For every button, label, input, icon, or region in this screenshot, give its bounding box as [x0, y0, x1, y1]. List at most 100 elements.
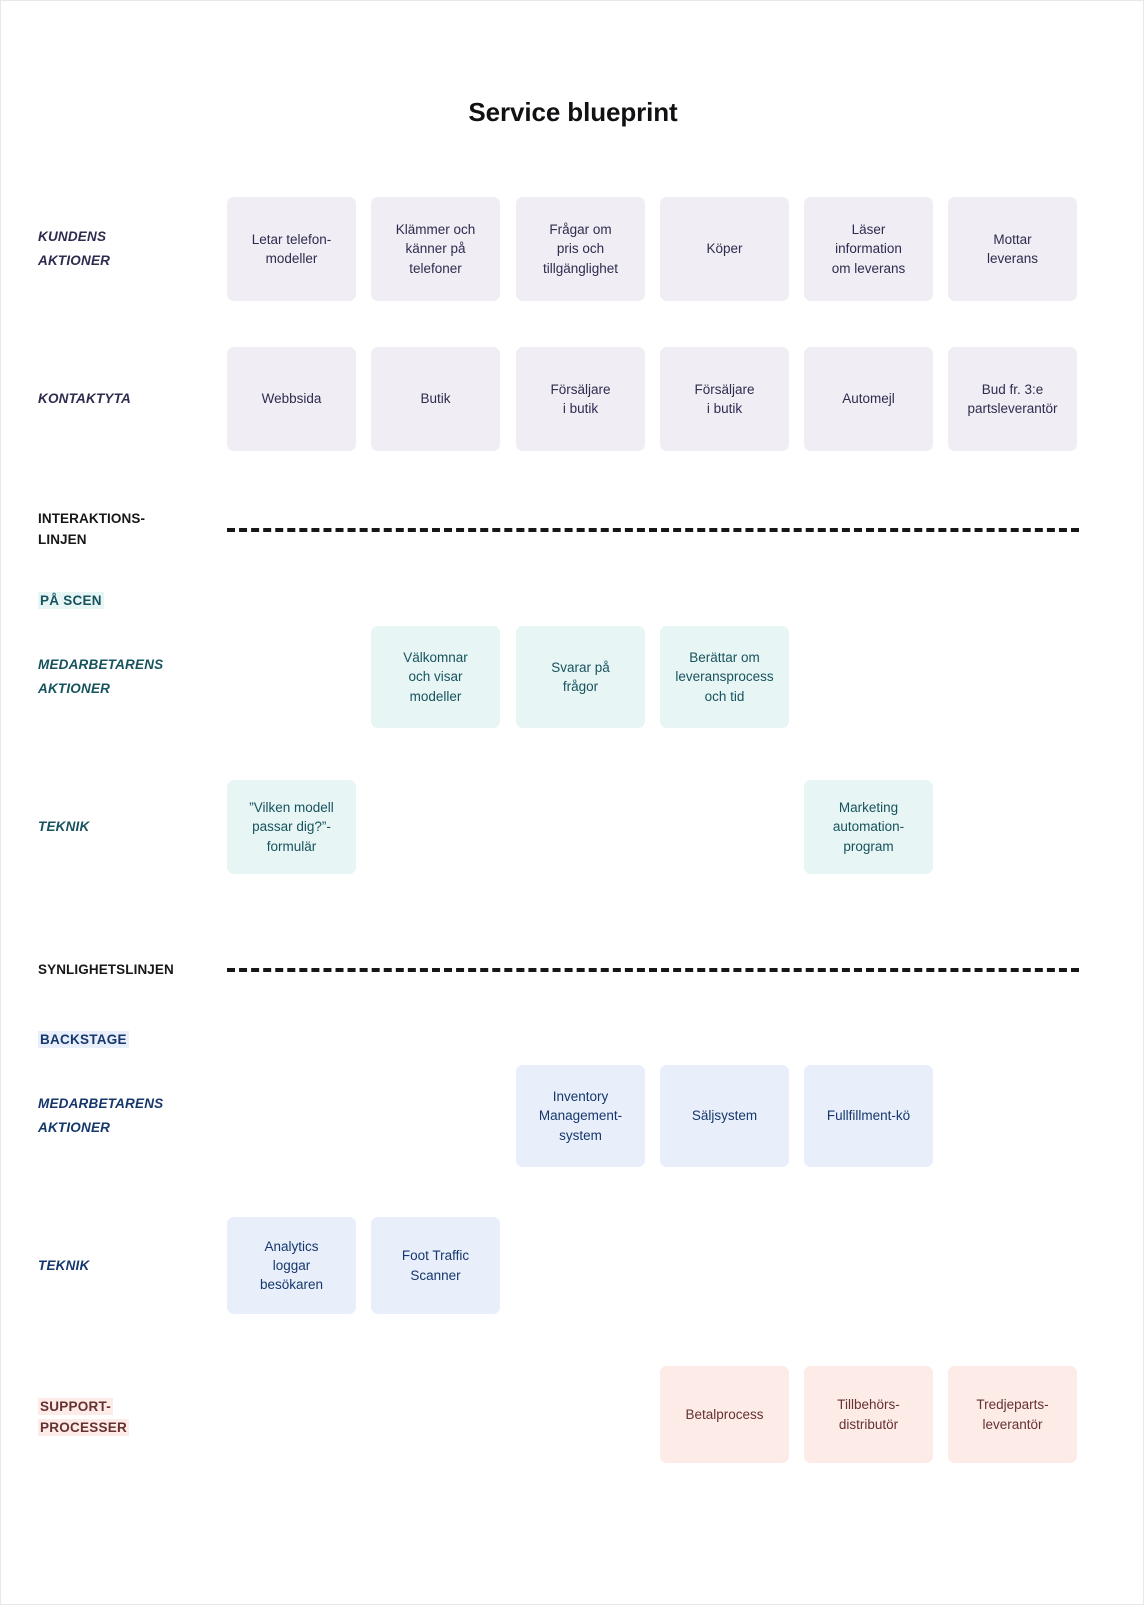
row-onstage-medarbetarens-aktioner: MEDARBETARENS AKTIONER Välkomnar och vis…	[1, 626, 1143, 728]
card-line: Tillbehörs-	[837, 1397, 900, 1413]
divider-label-line-1: INTERAKTIONS-	[38, 511, 146, 526]
card-klammer-och-kanner-pa-telefoner[interactable]: Klämmer och känner på telefoner	[371, 197, 500, 301]
card-webbsida[interactable]: Webbsida	[227, 347, 356, 451]
card-line: Frågar om	[549, 222, 612, 238]
card-fullfillment-ko[interactable]: Fullfillment-kö	[804, 1065, 933, 1167]
card-line: Berättar om	[689, 650, 760, 666]
card-line: i butik	[706, 401, 743, 416]
card-line: Marketing	[838, 800, 899, 816]
row-onstage-teknik: TEKNIK ”Vilken modell passar dig?”- form…	[1, 780, 1143, 874]
card-line: Webbsida	[261, 391, 322, 407]
card-line: information	[835, 241, 902, 257]
card-line: känner på	[405, 241, 466, 257]
card-line: Butik	[420, 391, 451, 407]
row-label-kundens-aktioner: KUNDENS AKTIONER	[1, 225, 227, 272]
card-line: Välkomnar	[403, 650, 468, 666]
dashed-line-visibility	[227, 968, 1079, 973]
divider-label-interaktionslinjen: INTERAKTIONS- LINJEN	[1, 509, 227, 551]
card-bud-fr-3e-partsleverantor[interactable]: Bud fr. 3:e partsleverantör	[948, 347, 1077, 451]
card-letar-telefonmodeller[interactable]: Letar telefon- modeller	[227, 197, 356, 301]
row-label-line-2: AKTIONER	[38, 681, 111, 696]
card-marketing-automation-program[interactable]: Marketing automation- program	[804, 780, 933, 874]
divider-label-line-2: LINJEN	[38, 531, 87, 547]
row-support-processer: Betalprocess Tillbehörs- distributör Tre…	[1, 1366, 1143, 1463]
row-cards-support-processer: Betalprocess Tillbehörs- distributör Tre…	[227, 1366, 1143, 1463]
card-forsaljare-i-butik-2[interactable]: Försäljare i butik	[660, 347, 789, 451]
card-line: modeller	[265, 251, 318, 266]
card-line: tillgänglighet	[542, 260, 619, 276]
row-cards-onstage-medarbetarens-aktioner: Välkomnar och visar modeller Svarar på f…	[227, 626, 1143, 728]
card-line: loggar	[272, 1257, 311, 1273]
row-backstage-teknik: TEKNIK Analytics loggar besökaren Foot T…	[1, 1217, 1143, 1314]
card-line: Letar telefon-	[251, 231, 332, 247]
service-blueprint-canvas: Service blueprint KUNDENS AKTIONER Letar…	[0, 0, 1144, 1605]
card-line: Mottar	[993, 231, 1032, 247]
card-line: Svarar på	[551, 659, 610, 675]
card-foot-traffic-scanner[interactable]: Foot Traffic Scanner	[371, 1217, 500, 1314]
card-tredjeparts-leverantor[interactable]: Tredjeparts- leverantör	[948, 1366, 1077, 1463]
row-label-line-1: TEKNIK	[38, 1257, 90, 1273]
row-cards-onstage-teknik: ”Vilken modell passar dig?”- formulär Ma…	[227, 780, 1143, 874]
card-inventory-management-system[interactable]: Inventory Management- system	[516, 1065, 645, 1167]
card-line: telefoner	[409, 260, 462, 276]
card-berattar-om-leveransprocess-och-tid[interactable]: Berättar om leveransprocess och tid	[660, 626, 789, 728]
card-line: Scanner	[410, 1267, 461, 1283]
card-line: leveransprocess	[675, 669, 774, 685]
card-automejl[interactable]: Automejl	[804, 347, 933, 451]
card-line: leverans	[986, 251, 1039, 266]
divider-interaktionslinjen: INTERAKTIONS- LINJEN	[1, 509, 1143, 551]
card-line: om leverans	[831, 260, 906, 276]
row-label-line-2: AKTIONER	[38, 1120, 111, 1135]
card-line: Automejl	[842, 391, 895, 407]
card-betalprocess[interactable]: Betalprocess	[660, 1366, 789, 1463]
card-line: Läser	[851, 222, 886, 238]
card-line: Säljsystem	[691, 1108, 758, 1124]
card-fragar-om-pris-och-tillganglighet[interactable]: Frågar om pris och tillgänglighet	[516, 197, 645, 301]
card-line: Tredjeparts-	[976, 1397, 1049, 1413]
card-svarar-pa-fragor[interactable]: Svarar på frågor	[516, 626, 645, 728]
card-line: distributör	[838, 1416, 899, 1432]
card-saljsystem[interactable]: Säljsystem	[660, 1065, 789, 1167]
row-label-line-2: AKTIONER	[38, 253, 111, 268]
row-cards-kontaktyta: Webbsida Butik Försäljare i butik Försäl…	[227, 347, 1143, 451]
row-cards-kundens-aktioner: Letar telefon- modeller Klämmer och känn…	[227, 197, 1143, 301]
dashed-line-interaction	[227, 527, 1079, 532]
card-line: Försäljare	[550, 381, 611, 397]
card-line: Fullfillment-kö	[826, 1108, 911, 1124]
card-butik[interactable]: Butik	[371, 347, 500, 451]
row-label-backstage-teknik: TEKNIK	[1, 1254, 227, 1278]
page-title: Service blueprint	[468, 97, 678, 127]
card-line: Betalprocess	[685, 1406, 764, 1422]
card-line: och tid	[704, 688, 745, 704]
card-line: partsleverantör	[967, 401, 1058, 416]
row-kundens-aktioner: KUNDENS AKTIONER Letar telefon- modeller…	[1, 197, 1143, 301]
card-line: automation-	[832, 819, 905, 835]
card-vilken-modell-passar-dig-formular[interactable]: ”Vilken modell passar dig?”- formulär	[227, 780, 356, 874]
card-line: besökaren	[259, 1277, 324, 1293]
card-mottar-leverans[interactable]: Mottar leverans	[948, 197, 1077, 301]
card-line: Försäljare	[694, 381, 755, 397]
zone-heading-pa-scen: PÅ SCEN	[38, 591, 104, 612]
row-label-line-1: KONTAKTYTA	[38, 391, 131, 407]
card-line: Klämmer och	[395, 222, 476, 238]
row-backstage-medarbetarens-aktioner: MEDARBETARENS AKTIONER Inventory Managem…	[1, 1065, 1143, 1167]
card-tillbehors-distributor[interactable]: Tillbehörs- distributör	[804, 1366, 933, 1463]
card-line: Foot Traffic	[401, 1248, 470, 1264]
card-line: och visar	[408, 669, 463, 685]
row-cards-backstage-medarbetarens-aktioner: Inventory Management- system Säljsystem …	[227, 1065, 1143, 1167]
zone-heading-backstage: BACKSTAGE	[38, 1030, 129, 1051]
card-analytics-loggar-besokaren[interactable]: Analytics loggar besökaren	[227, 1217, 356, 1314]
card-forsaljare-i-butik-1[interactable]: Försäljare i butik	[516, 347, 645, 451]
divider-synlighetslinjen: SYNLIGHETSLINJEN	[1, 960, 1143, 981]
card-line: system	[559, 1127, 602, 1143]
card-koper[interactable]: Köper	[660, 197, 789, 301]
card-line: modeller	[409, 688, 462, 704]
card-line: Bud fr. 3:e	[981, 381, 1044, 397]
card-line: frågor	[562, 679, 599, 694]
card-valkomnar-och-visar-modeller[interactable]: Välkomnar och visar modeller	[371, 626, 500, 728]
card-laser-information-om-leverans[interactable]: Läser information om leverans	[804, 197, 933, 301]
row-kontaktyta: KONTAKTYTA Webbsida Butik Försäljare i b…	[1, 347, 1143, 451]
divider-label-line-1: SYNLIGHETSLINJEN	[38, 962, 174, 977]
card-line: formulär	[266, 838, 317, 854]
row-label-line-1: MEDARBETARENS	[38, 657, 164, 673]
